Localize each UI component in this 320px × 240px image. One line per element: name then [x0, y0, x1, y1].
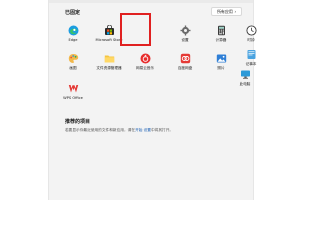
pinned-app-label: 设置 [181, 38, 189, 42]
pinned-app-file-explorer[interactable]: 文件资源管理器 [93, 52, 125, 76]
pinned-app-label: 照片 [217, 66, 225, 70]
pinned-section-title: 已固定 [65, 10, 81, 16]
pinned-app-calculator[interactable]: 计算器 [205, 24, 237, 48]
paint-icon [68, 53, 79, 64]
this-pc-icon [240, 69, 251, 80]
calculator-icon [216, 25, 227, 36]
start-menu-panel: 已固定 所有应用 › Edge Microsoft Store 设置 计算器 时… [48, 0, 257, 200]
recommended-text-after: 中将其打开。 [150, 128, 174, 132]
recommended-empty-message: 若要显示你最近使用的文件和新应用，请在开始 设置中将其打开。 [65, 128, 173, 133]
pinned-app-label: 计算器 [215, 38, 227, 42]
pinned-app-settings[interactable]: 设置 [169, 24, 201, 48]
pinned-app-netease-music[interactable]: 网易云音乐 [129, 52, 161, 76]
settings-gear-icon [180, 25, 191, 36]
pinned-app-label: 文件资源管理器 [96, 66, 122, 70]
edge-icon [68, 25, 79, 36]
top-edge [49, 0, 253, 3]
netease-music-icon [140, 53, 151, 64]
notepad-icon [246, 49, 257, 60]
wps-office-icon [68, 83, 79, 94]
store-icon [104, 25, 115, 36]
chevron-right-icon: › [234, 9, 237, 14]
pinned-app-wps-office[interactable]: WPS Office [57, 82, 89, 106]
pinned-app-baidu-netdisk[interactable]: 百度网盘 [169, 52, 201, 76]
pinned-app-paint[interactable]: 画图 [57, 52, 89, 76]
pinned-app-label: Edge [68, 38, 78, 42]
pinned-app-this-pc[interactable]: 此电脑 [229, 68, 261, 92]
pinned-app-label: 记事本 [245, 62, 257, 66]
pinned-app-edge[interactable]: Edge [57, 24, 89, 48]
start-menu-screen: 已固定 所有应用 › Edge Microsoft Store 设置 计算器 时… [0, 0, 300, 200]
file-explorer-icon [104, 53, 115, 64]
all-apps-button[interactable]: 所有应用 › [211, 7, 242, 16]
pinned-app-label: WPS Office [63, 96, 83, 100]
start-settings-link[interactable]: 开始 设置 [135, 128, 151, 132]
pinned-app-label: 时钟 [247, 38, 255, 42]
photos-icon [216, 53, 227, 64]
recommended-text-before: 若要显示你最近使用的文件和新应用，请在 [65, 128, 136, 132]
pinned-app-label: 画图 [69, 66, 77, 70]
all-apps-label: 所有应用 [216, 8, 233, 14]
pinned-app-clock[interactable]: 时钟 [235, 24, 267, 48]
pinned-app-label: 百度网盘 [177, 66, 193, 70]
clock-icon [245, 25, 257, 36]
baidu-netdisk-icon [180, 53, 191, 64]
pinned-app-label: Microsoft Store [95, 38, 123, 42]
settings-highlight-box [120, 13, 151, 46]
recommended-section-title: 推荐的项目 [65, 119, 91, 125]
pinned-app-label: 网易云音乐 [136, 66, 154, 70]
pinned-app-label: 此电脑 [239, 82, 251, 86]
